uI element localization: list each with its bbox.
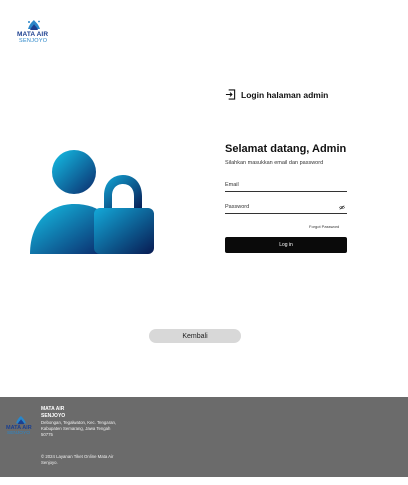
email-label: Email bbox=[225, 182, 239, 188]
password-field[interactable]: Password bbox=[225, 204, 347, 214]
footer-logo-text-bottom: SENJOYO bbox=[7, 431, 30, 436]
water-splash-icon bbox=[28, 20, 40, 30]
login-arrow-icon bbox=[225, 89, 236, 100]
footer-name-line2: SENJOYO bbox=[41, 412, 66, 419]
footer-name-line1: MATA AIR bbox=[41, 406, 65, 412]
logo-text-top: MATA AIR bbox=[17, 31, 49, 38]
login-header-text: Login halaman admin bbox=[241, 89, 329, 100]
footer-brand-name: MATA AIR SENJOYO bbox=[41, 406, 65, 419]
footer: MATA AIR SENJOYO MATA AIR SENJOYO Debong… bbox=[0, 397, 408, 477]
password-label: Password bbox=[225, 204, 250, 210]
logo-text-bottom: SENJOYO bbox=[19, 38, 48, 44]
email-field[interactable]: Email bbox=[225, 182, 347, 192]
footer-copyright: © 2024 Layanan Tiket Online Mata Air Sen… bbox=[41, 454, 114, 465]
eye-off-icon[interactable] bbox=[339, 205, 345, 210]
welcome-subtitle: Silahkan masukkan email dan password bbox=[225, 160, 324, 166]
user-lock-icon bbox=[30, 150, 154, 254]
welcome-title: Selamat datang, Admin bbox=[225, 143, 347, 155]
brand-logo[interactable]: MATA AIR SENJOYO bbox=[17, 19, 51, 45]
footer-address: Debongan, Tegalwaton, Kec. Tengaran, Kab… bbox=[41, 420, 117, 437]
forgot-password-link[interactable]: Forgot Password bbox=[309, 224, 339, 229]
back-button[interactable]: Kembali bbox=[149, 329, 241, 343]
water-splash-icon bbox=[16, 415, 26, 425]
login-button[interactable]: Log in bbox=[225, 237, 347, 253]
login-header: Login halaman admin bbox=[225, 89, 328, 100]
footer-logo: MATA AIR SENJOYO bbox=[6, 415, 36, 437]
